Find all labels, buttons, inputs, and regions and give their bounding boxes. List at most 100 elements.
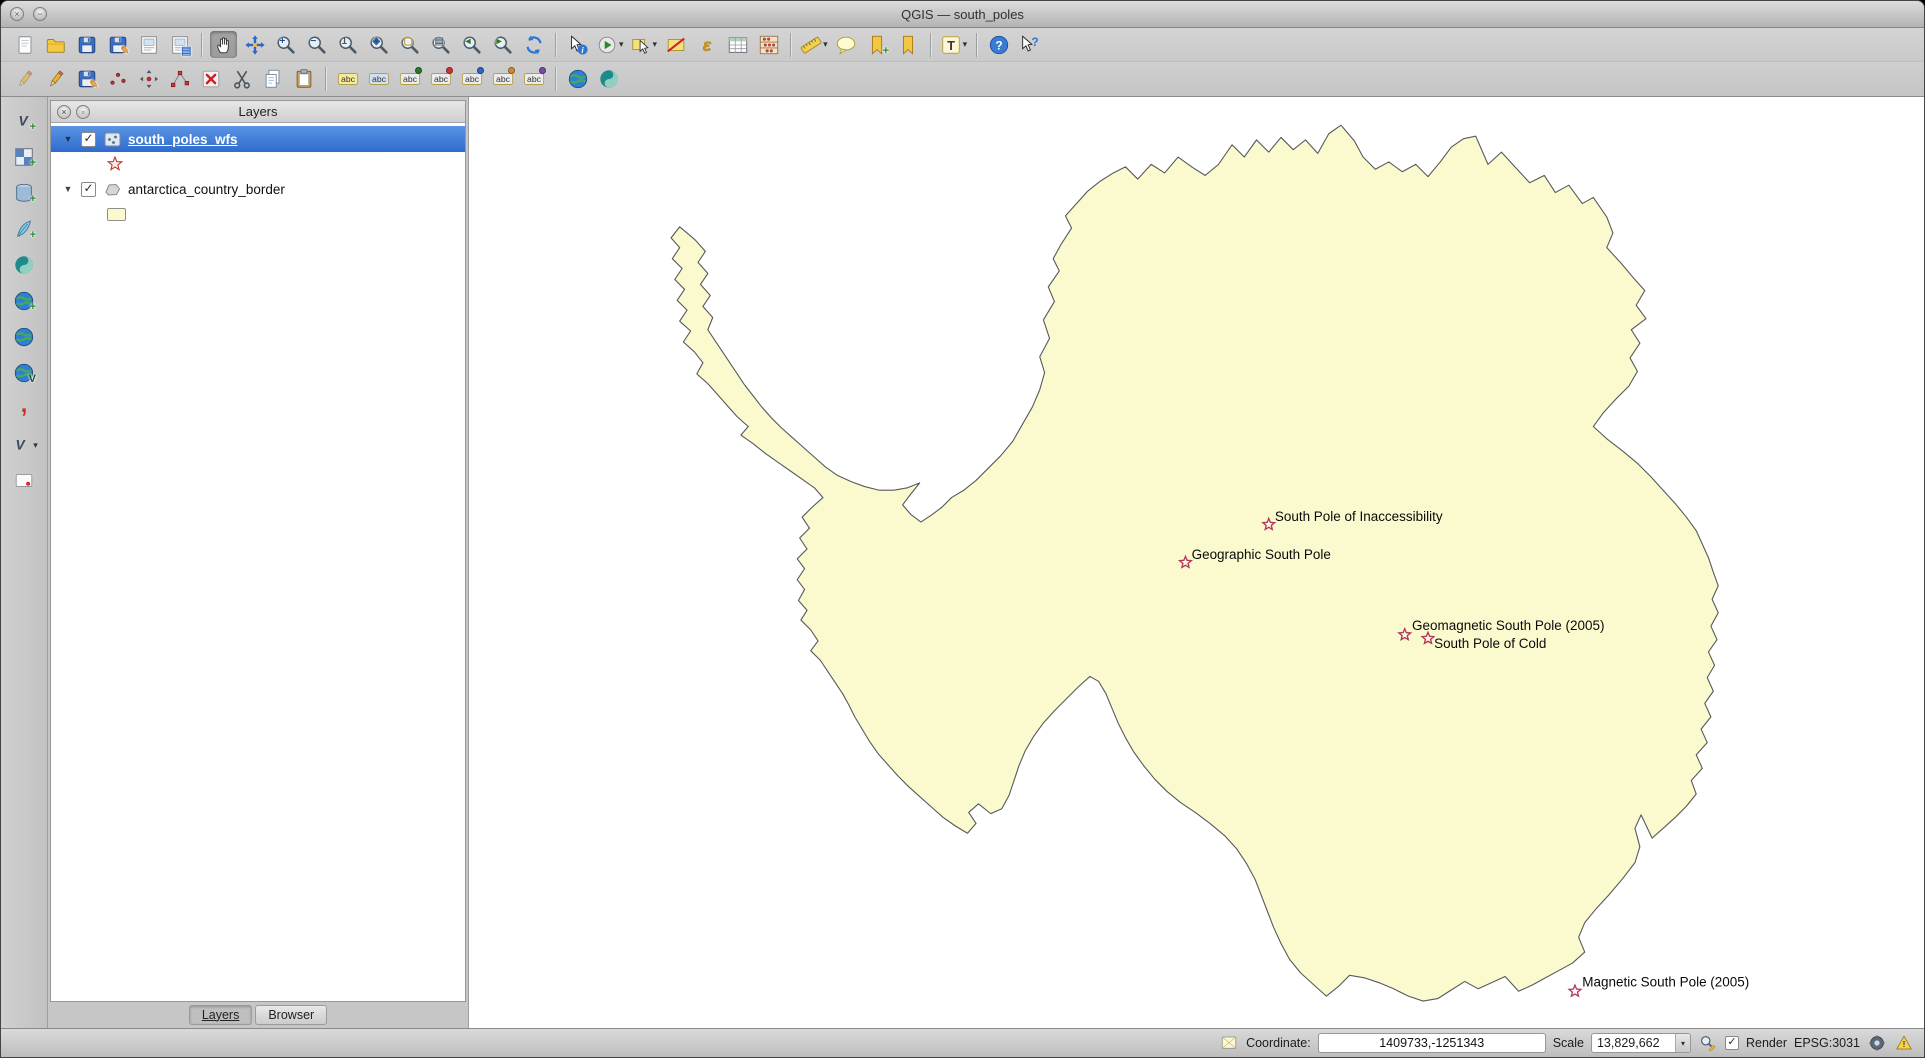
- new-project-button[interactable]: [11, 31, 38, 58]
- add-wms-layer-button[interactable]: +: [8, 285, 40, 317]
- panel-close-button[interactable]: ×: [57, 105, 71, 119]
- toggle-editing-button[interactable]: [42, 66, 69, 93]
- field-calculator-button[interactable]: [755, 31, 782, 58]
- field-calculator-icon: [758, 34, 780, 56]
- pole-star-icon: [1569, 985, 1581, 996]
- layer-row-antarctica-country-border[interactable]: ▼ ✓ antarctica_country_border: [51, 176, 465, 202]
- layer-labeling-button[interactable]: abc: [334, 66, 361, 93]
- tab-browser[interactable]: Browser: [255, 1005, 327, 1025]
- refresh-map-button[interactable]: [520, 31, 547, 58]
- map-tips-icon: [835, 34, 857, 56]
- extents-toggle-button[interactable]: [1219, 1033, 1239, 1053]
- move-feature-button[interactable]: [135, 66, 162, 93]
- current-edits-button[interactable]: [11, 66, 38, 93]
- expand-collapse-icon[interactable]: ▼: [61, 134, 75, 144]
- new-shapefile-layer-button[interactable]: V▾: [8, 429, 40, 461]
- whats-this-button[interactable]: ?: [1016, 31, 1043, 58]
- text-annotation-button[interactable]: T▾: [939, 31, 969, 58]
- open-attribute-table-button[interactable]: [724, 31, 751, 58]
- change-label-button[interactable]: abc: [520, 66, 547, 93]
- new-bookmark-button[interactable]: +: [864, 31, 891, 58]
- pin-unpin-labels-button[interactable]: abc: [396, 66, 423, 93]
- zoom-to-layer-button[interactable]: ▤: [427, 31, 454, 58]
- zoom-full-button[interactable]: ◈: [365, 31, 392, 58]
- toolbar-separator: [930, 33, 931, 57]
- select-features-button[interactable]: ▾: [629, 31, 659, 58]
- main-area: V+ + + + + V, V▾ × ▫ Layers ▼ ✓ south_poles_wf…: [1, 97, 1924, 1028]
- manage-layers-toolbar: V+ + + + + V, V▾: [1, 97, 48, 1028]
- add-raster-layer-button[interactable]: +: [8, 141, 40, 173]
- save-layer-edits-button[interactable]: ✎: [73, 66, 100, 93]
- add-wcs-layer-button[interactable]: [8, 321, 40, 353]
- add-spatialite-layer-button[interactable]: +: [8, 213, 40, 245]
- help-contents-button[interactable]: ?: [985, 31, 1012, 58]
- panel-float-button[interactable]: ▫: [76, 105, 90, 119]
- layer-visibility-checkbox[interactable]: ✓: [81, 182, 96, 197]
- open-project-button[interactable]: [42, 31, 69, 58]
- measure-line-button[interactable]: ▾: [799, 31, 829, 58]
- render-checkbox[interactable]: ✓: [1725, 1036, 1739, 1050]
- layer-row-south-poles-wfs[interactable]: ▼ ✓ south_poles_wfs: [51, 126, 465, 152]
- pan-map-button[interactable]: [210, 31, 237, 58]
- layer-label: antarctica_country_border: [128, 182, 285, 197]
- dropdown-arrow-icon: ▾: [619, 39, 624, 50]
- layers-panel-header: × ▫ Layers: [51, 101, 465, 123]
- globe-view-button[interactable]: [564, 66, 591, 93]
- toggle-editing-icon: [45, 68, 67, 90]
- coordinate-input[interactable]: [1318, 1033, 1546, 1053]
- composer-manager-button[interactable]: ▤: [166, 31, 193, 58]
- zoom-native-button[interactable]: 1: [334, 31, 361, 58]
- add-feature-button[interactable]: [104, 66, 131, 93]
- deselect-all-button[interactable]: [662, 31, 689, 58]
- rotate-label-button[interactable]: abc: [489, 66, 516, 93]
- zoom-next-button[interactable]: ▸: [489, 31, 516, 58]
- current-edits-icon: [14, 68, 36, 90]
- svg-text:?: ?: [1031, 34, 1038, 48]
- pan-to-selection-button[interactable]: [241, 31, 268, 58]
- run-feature-action-button[interactable]: ▾: [595, 31, 625, 58]
- add-mssql-layer-button[interactable]: [8, 249, 40, 281]
- svg-text:ε: ε: [702, 34, 711, 54]
- move-feature-icon: [138, 68, 160, 90]
- paste-features-button[interactable]: [290, 66, 317, 93]
- map-label: Geomagnetic South Pole (2005): [1412, 618, 1604, 633]
- pin-unpin-labels-icon: abc: [399, 68, 421, 90]
- add-wfs-layer-button[interactable]: V: [8, 357, 40, 389]
- processing-toolbox-button[interactable]: [595, 66, 622, 93]
- add-vector-layer-button[interactable]: V+: [8, 105, 40, 137]
- zoom-in-button[interactable]: +: [272, 31, 299, 58]
- identify-features-button[interactable]: i: [564, 31, 591, 58]
- layer-label: south_poles_wfs: [128, 132, 238, 147]
- zoom-last-button[interactable]: ◂: [458, 31, 485, 58]
- map-tips-button[interactable]: [833, 31, 860, 58]
- move-label-button[interactable]: abc: [458, 66, 485, 93]
- add-postgis-layer-button[interactable]: +: [8, 177, 40, 209]
- copy-features-button[interactable]: [259, 66, 286, 93]
- save-project-as-button[interactable]: ✎: [104, 31, 131, 58]
- zoom-to-layer-icon: ▤: [430, 34, 452, 56]
- log-messages-button[interactable]: !: [1894, 1033, 1914, 1053]
- layer-visibility-checkbox[interactable]: ✓: [81, 132, 96, 147]
- crs-status-button[interactable]: [1867, 1033, 1887, 1053]
- add-delimited-text-layer-button[interactable]: ,: [8, 393, 40, 425]
- node-tool-button[interactable]: [166, 66, 193, 93]
- zoom-to-selection-button[interactable]: ▢: [396, 31, 423, 58]
- new-print-composer-button[interactable]: [135, 31, 162, 58]
- remove-layer-button[interactable]: [8, 465, 40, 497]
- scale-combobox[interactable]: 13,829,662 ▾: [1591, 1033, 1691, 1053]
- expand-collapse-icon[interactable]: ▼: [61, 184, 75, 194]
- scale-edit-button[interactable]: [1698, 1033, 1718, 1053]
- zoom-out-button[interactable]: −: [303, 31, 330, 58]
- save-project-button[interactable]: [73, 31, 100, 58]
- digitizing-toolbar: ✎abcabcabcabcabcabcabc: [1, 62, 1924, 97]
- show-bookmarks-button[interactable]: [895, 31, 922, 58]
- svg-text:abc: abc: [340, 74, 355, 84]
- tab-layers[interactable]: Layers: [189, 1005, 253, 1025]
- delete-selected-button[interactable]: [197, 66, 224, 93]
- map-canvas[interactable]: South Pole of InaccessibilityGeographic …: [468, 97, 1924, 1028]
- select-by-expression-button[interactable]: ε: [693, 31, 720, 58]
- show-hide-labels-button[interactable]: abc: [427, 66, 454, 93]
- label-settings-button[interactable]: abc: [365, 66, 392, 93]
- scale-dropdown-icon[interactable]: ▾: [1675, 1034, 1690, 1052]
- cut-features-button[interactable]: [228, 66, 255, 93]
